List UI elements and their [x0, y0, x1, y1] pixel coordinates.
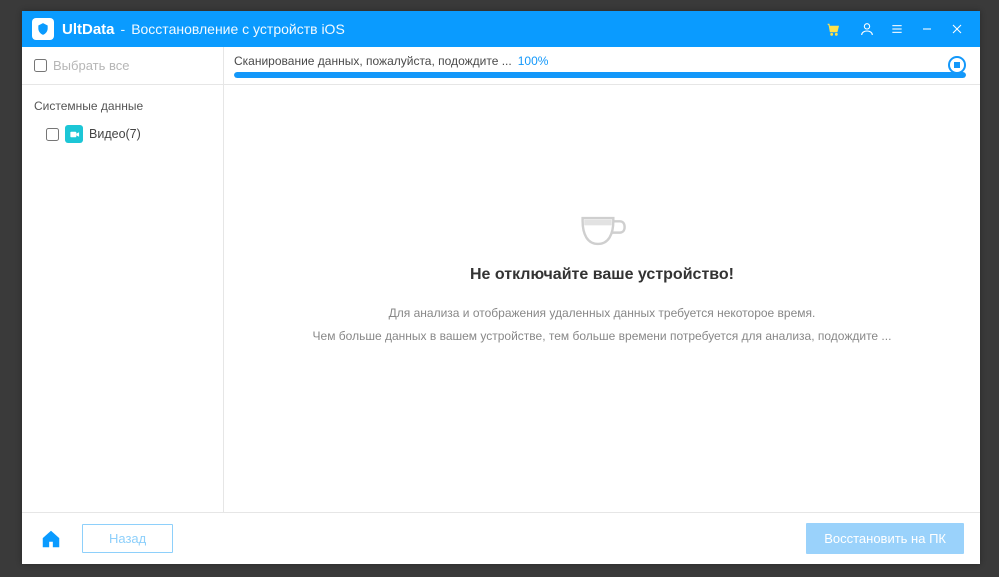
select-all-checkbox[interactable]: [34, 59, 47, 72]
menu-icon[interactable]: [882, 11, 912, 47]
sidebar: Системные данные Видео(7): [22, 85, 224, 512]
title-bar: UltData - Восстановление с устройств iOS: [22, 11, 980, 47]
toolbar: Выбрать все Сканирование данных, пожалуй…: [22, 47, 980, 85]
app-name: UltData: [62, 21, 115, 38]
sidebar-item-video[interactable]: Видео(7): [22, 121, 223, 147]
progress-cell: Сканирование данных, пожалуйста, подожди…: [224, 47, 980, 84]
title-separator: -: [121, 21, 126, 37]
sidebar-item-checkbox[interactable]: [46, 128, 59, 141]
scan-percent: 100%: [518, 54, 549, 68]
app-logo: [32, 18, 54, 40]
cup-icon: [576, 210, 628, 252]
main-content: Не отключайте ваше устройство! Для анали…: [224, 85, 980, 512]
app-window: UltData - Восстановление с устройств iOS…: [22, 11, 980, 564]
title-subtitle: Восстановление с устройств iOS: [131, 21, 345, 37]
cart-icon[interactable]: [818, 11, 848, 47]
home-button[interactable]: [38, 526, 64, 552]
main-line2: Чем больше данных в вашем устройстве, те…: [313, 325, 892, 348]
footer: Назад Восстановить на ПК: [22, 512, 980, 564]
progress-fill: [234, 72, 966, 78]
stop-button[interactable]: [948, 56, 966, 74]
video-icon: [65, 125, 83, 143]
user-icon[interactable]: [852, 11, 882, 47]
back-button[interactable]: Назад: [82, 524, 173, 553]
body: Системные данные Видео(7) Не отключайте …: [22, 85, 980, 512]
close-button[interactable]: [942, 11, 972, 47]
sidebar-item-label: Видео(7): [89, 127, 141, 141]
select-all-cell: Выбрать все: [22, 47, 224, 84]
recover-button[interactable]: Восстановить на ПК: [806, 523, 964, 554]
scan-status-label: Сканирование данных, пожалуйста, подожди…: [234, 54, 512, 68]
select-all-label: Выбрать все: [53, 58, 129, 73]
main-line1: Для анализа и отображения удаленных данн…: [389, 302, 816, 325]
main-heading: Не отключайте ваше устройство!: [470, 266, 734, 284]
minimize-button[interactable]: [912, 11, 942, 47]
sidebar-group-title: Системные данные: [22, 95, 223, 121]
progress-bar: [234, 72, 966, 78]
